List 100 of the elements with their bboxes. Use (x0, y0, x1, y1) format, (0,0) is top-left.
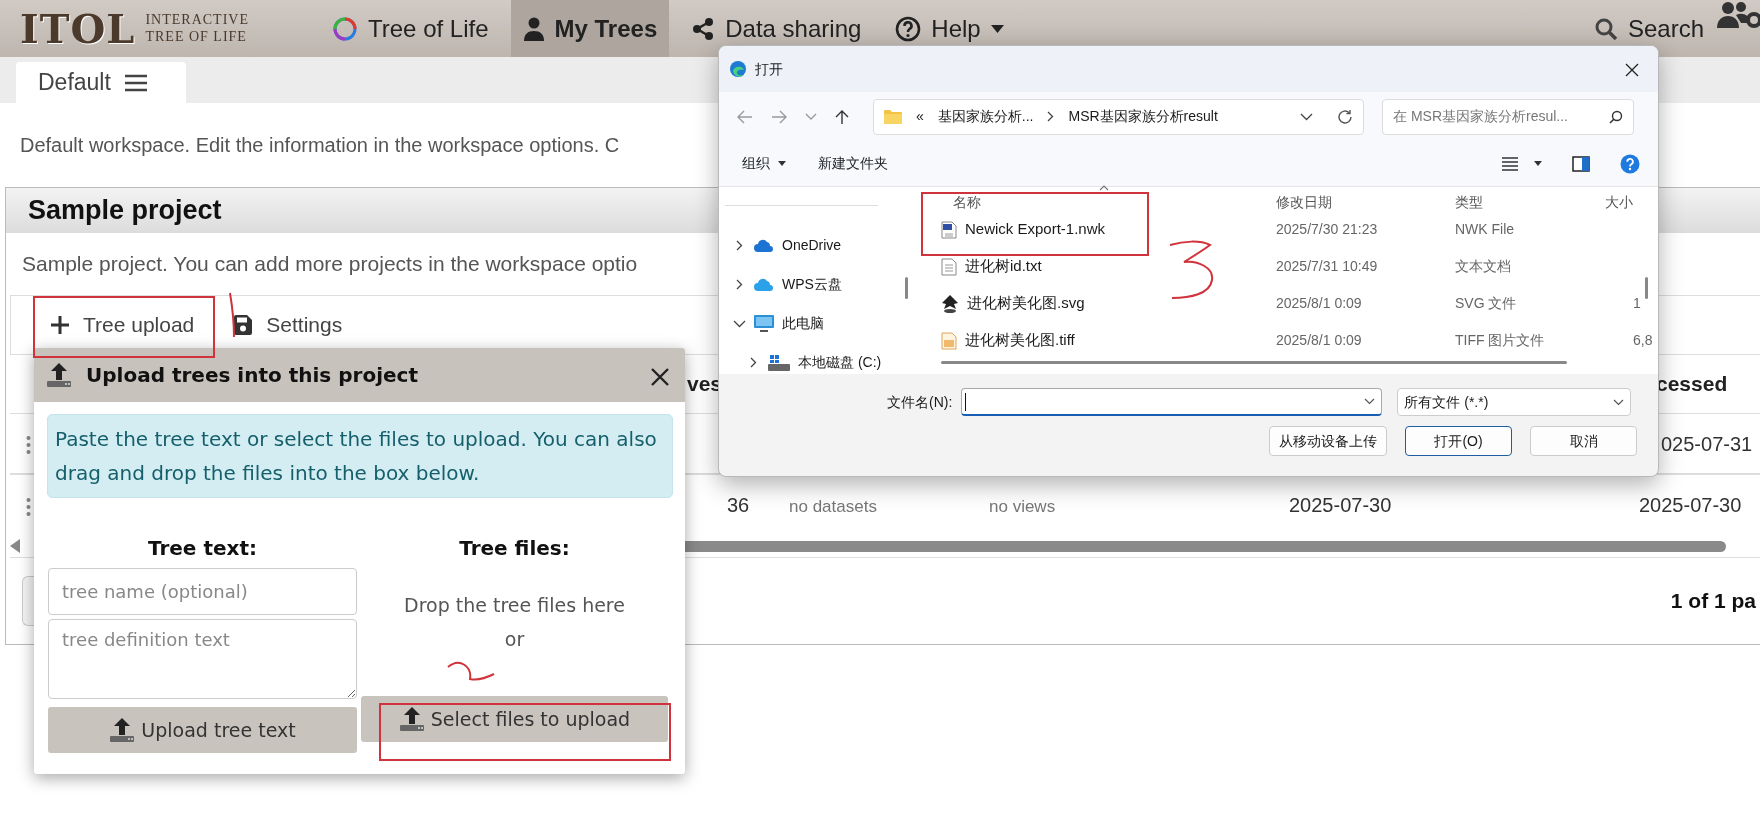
caret-icon[interactable] (1534, 161, 1542, 166)
share-icon (691, 16, 716, 41)
chevron-right-icon (1047, 111, 1055, 122)
search-field[interactable]: 在 MSR基因家族分析resul... (1382, 98, 1634, 135)
cloud-icon (754, 239, 774, 252)
image-file-icon (941, 331, 957, 350)
scroll-left-icon[interactable] (10, 539, 20, 553)
table-cell: 文本文档 (1455, 258, 1511, 274)
dialog-title: 打开 (755, 59, 783, 79)
input-field[interactable]: tree name (optional) (48, 568, 357, 615)
pagination-text: 1 of 1 pa (1670, 588, 1756, 615)
nav-pane-item[interactable]: 本地磁盘 (C:) (719, 343, 894, 382)
nav-pane-item[interactable]: 此电脑 (719, 304, 894, 343)
table-cell: TIFF 图片文件 (1455, 332, 1545, 348)
table-cell: 025-07-31 (1661, 432, 1753, 455)
toolbar-button[interactable]: Settings (224, 303, 353, 347)
up-arrow-icon[interactable] (835, 108, 849, 125)
scrollbar-thumb[interactable] (905, 277, 908, 299)
logo-tagline: INTERACTIVE (145, 12, 249, 29)
file-name[interactable]: 进化树美化图.tiff (965, 329, 1075, 352)
tree-of-life-icon (332, 15, 358, 42)
nav-pane-item[interactable]: WPS云盘 (719, 265, 894, 304)
file-name[interactable]: Newick Export-1.nwk (965, 218, 1106, 241)
logo-text[interactable]: ITOL (20, 8, 136, 49)
chevron-down-icon[interactable] (1300, 112, 1313, 121)
workspace-tab[interactable]: Default (16, 62, 186, 103)
table-cell: 2025/7/31 10:49 (1276, 258, 1378, 274)
nav-item[interactable]: Data sharing (679, 0, 874, 57)
table-cell: 2025/8/1 0:09 (1276, 295, 1362, 311)
refresh-icon[interactable] (1337, 108, 1353, 125)
breadcrumb-item[interactable]: 基因家族分析... (937, 106, 1034, 127)
preview-pane-icon[interactable] (1572, 155, 1590, 172)
column-header[interactable]: 类型 (1455, 193, 1483, 210)
table-cell: 2025/7/30 21:23 (1276, 221, 1378, 237)
breadcrumb-item[interactable]: MSR基因家族分析result (1068, 106, 1218, 127)
help-icon (895, 15, 922, 42)
file-name-field[interactable] (961, 388, 1383, 416)
table-cell: 1 (1633, 295, 1641, 311)
drag-handle-icon[interactable] (26, 497, 31, 516)
chevron-right-icon[interactable] (750, 357, 757, 368)
back-arrow-icon[interactable] (737, 109, 753, 124)
drag-handle-icon[interactable] (26, 436, 31, 455)
handwritten-mark (227, 291, 237, 339)
table-cell: 2025/8/1 0:09 (1276, 332, 1362, 348)
column-header[interactable]: 名称 (953, 193, 981, 210)
folder-icon (884, 109, 902, 124)
select-files-button[interactable]: Select files to upload (361, 696, 668, 742)
drop-hint: Drop the tree files here (403, 593, 626, 618)
info-message: Paste the tree text or select the files to upload. You can also drag and drop the files into the box below. (47, 414, 673, 498)
upload-icon (398, 706, 425, 732)
menu-icon[interactable] (124, 73, 147, 92)
project-description: Sample project. You can add more projects in the workspace optio (22, 251, 638, 278)
file-name[interactable]: 进化树美化图.svg (967, 292, 1085, 315)
users-icon[interactable] (1716, 0, 1760, 30)
scrollbar-thumb[interactable] (1645, 277, 1648, 299)
file-name[interactable]: 进化树id.txt (965, 255, 1042, 278)
new-folder-button[interactable]: 新建文件夹 (817, 152, 889, 175)
search-icon (1609, 109, 1623, 124)
nav-item[interactable]: Help (883, 0, 1016, 57)
chevron-right-icon[interactable] (736, 240, 743, 251)
column-header[interactable]: cessed (1656, 372, 1728, 396)
organize-menu[interactable]: 组织 (741, 152, 787, 175)
address-bar[interactable]: « 基因家族分析... MSR基因家族分析result (873, 98, 1364, 135)
column-header[interactable]: 大小 (1605, 193, 1633, 210)
browser-icon (729, 60, 747, 78)
upload-icon (46, 362, 72, 388)
dialog-button[interactable]: 从移动设备上传 (1269, 426, 1387, 456)
chevron-right-icon[interactable] (736, 279, 743, 290)
nav-item[interactable]: My Trees (510, 0, 670, 57)
dialog-button[interactable]: 取消 (1530, 426, 1637, 456)
cloud-icon (754, 278, 774, 291)
upload-icon (109, 717, 136, 743)
dialog-button[interactable]: 打开(O) (1405, 426, 1512, 456)
sort-caret-icon (1099, 185, 1109, 191)
table-cell: 2025-07-30 (1289, 494, 1392, 516)
search-icon (1593, 16, 1618, 41)
table-cell: no datasets (789, 497, 877, 516)
upload-button[interactable]: Upload tree text (48, 707, 357, 753)
drive-icon (768, 354, 790, 371)
vector-file-icon (941, 294, 959, 313)
chevron-down-icon[interactable] (733, 319, 746, 328)
table-cell: 6,8 (1633, 332, 1653, 348)
nav-item[interactable]: Tree of Life (320, 0, 501, 57)
help-icon[interactable] (1620, 153, 1640, 174)
forward-arrow-icon[interactable] (771, 109, 787, 124)
nav-pane-item[interactable]: OneDrive (719, 226, 894, 265)
document-icon (941, 220, 957, 239)
breadcrumb-overflow[interactable]: « (916, 106, 924, 127)
file-type-select[interactable]: 所有文件 (*.*) (1397, 388, 1632, 416)
search-link[interactable]: Search (1581, 0, 1716, 57)
list-view-icon[interactable] (1502, 156, 1518, 171)
table-cell: 2025-07-30 (1639, 494, 1742, 516)
text-file-icon (941, 257, 957, 276)
text-area[interactable]: tree definition text (48, 619, 357, 699)
table-cell: SVG 文件 (1455, 295, 1517, 311)
table-cell: NWK File (1455, 221, 1515, 237)
scrollbar-thumb[interactable] (941, 361, 1567, 364)
caret-icon (778, 161, 786, 166)
section-heading: Tree text: (147, 535, 258, 562)
column-header[interactable]: 修改日期 (1276, 193, 1332, 210)
